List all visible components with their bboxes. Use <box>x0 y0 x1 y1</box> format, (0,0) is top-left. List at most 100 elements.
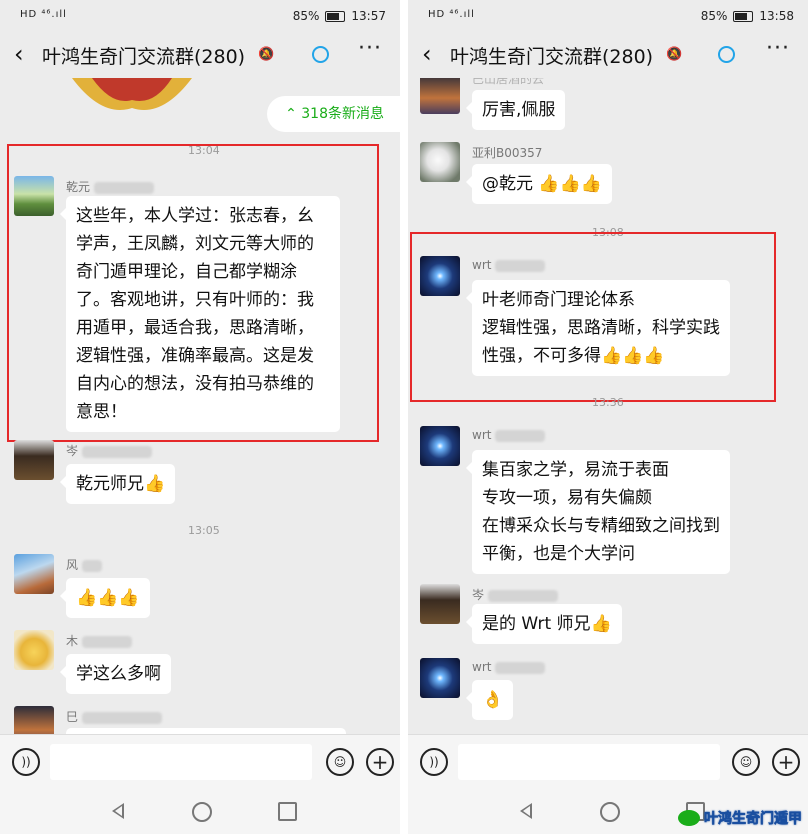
left-phone-screen: HD ⁴⁶.ıll 85% 13:57 ‹ 叶鸿生奇门交流群(280) 🔕 ··… <box>0 0 400 834</box>
message-bubble[interactable]: 👌 <box>465 680 514 720</box>
message-line: 乾元师兄👍 <box>76 474 166 494</box>
nav-home-icon[interactable] <box>600 802 620 822</box>
miniprogram-icon[interactable] <box>312 46 329 63</box>
message-line: 奇门遁甲理论，自己都学糊涂 <box>76 262 297 282</box>
message-bubble[interactable]: 叶老师奇门理论体系 逻辑性强，思路清晰，科学实践 性强，不可多得👍👍👍 <box>466 280 730 376</box>
message-bubble[interactable]: 这些年，本人学过：张志春，幺 学声，王凤麟，刘文元等大师的 奇门遁甲理论，自己都… <box>60 196 340 432</box>
miniprogram-icon[interactable] <box>718 46 735 63</box>
message-line: 👍👍👍 <box>76 588 140 608</box>
message-line: 意思！ <box>76 402 127 422</box>
avatar[interactable] <box>14 554 54 594</box>
chat-header: ‹ 叶鸿生奇门交流群(280) 🔕 ··· <box>0 32 400 78</box>
plus-icon[interactable]: + <box>366 748 394 776</box>
message-line: 自内心的想法，没有拍马恭维的 <box>76 374 314 394</box>
back-icon[interactable]: ‹ <box>14 40 24 68</box>
message-bubble[interactable]: 👍👍👍 <box>60 578 150 618</box>
message-line: 用遁甲，最适合我，思路清晰， <box>76 318 314 338</box>
timestamp: 13:36 <box>592 396 624 409</box>
sender-name: 岑 <box>66 442 152 459</box>
chat-area: ⌃ 318条新消息 13:04 乾元 这些年，本人学过：张志春，幺 学声，王凤麟… <box>0 78 400 734</box>
plus-icon[interactable]: + <box>772 748 800 776</box>
message-input[interactable] <box>50 744 312 780</box>
nav-back-icon[interactable] <box>112 803 124 819</box>
battery-icon <box>325 10 346 22</box>
right-phone-screen: HD ⁴⁶.ıll 85% 13:58 ‹ 叶鸿生奇门交流群(280) 🔕 ··… <box>408 0 808 834</box>
message-line: 厉害,佩服 <box>482 100 556 120</box>
message-line: 是的 Wrt 师兄👍 <box>482 614 612 634</box>
message-line: 👌 <box>482 690 504 710</box>
status-bar: HD ⁴⁶.ıll 85% 13:57 <box>0 0 400 32</box>
emoji-icon[interactable]: ☺ <box>326 748 354 776</box>
more-icon[interactable]: ··· <box>358 36 382 61</box>
message-input[interactable] <box>458 744 720 780</box>
system-nav-bar <box>0 790 400 834</box>
message-line: 集百家之学，易流于表面 <box>482 460 669 480</box>
message-bubble[interactable]: @乾元 👍👍👍 <box>466 164 612 204</box>
battery-icon <box>733 10 754 22</box>
chat-title: 叶鸿生奇门交流群(280) <box>42 46 246 68</box>
message-bubble[interactable]: 乾元师兄👍 <box>59 464 176 504</box>
message-bubble[interactable]: 厉害,佩服 <box>465 90 566 130</box>
sender-name: 巳 <box>66 708 162 725</box>
message-line: 了。客观地讲，只有叶师的：我 <box>76 290 314 310</box>
message-line: 逻辑性强，准确率最高。这是发 <box>76 346 314 366</box>
clock: 13:58 <box>759 9 794 23</box>
voice-icon[interactable]: )) <box>12 748 40 776</box>
avatar[interactable] <box>420 658 460 698</box>
input-bar: )) ☺ + <box>408 734 808 791</box>
new-messages-button[interactable]: ⌃ 318条新消息 <box>267 96 400 132</box>
sender-name: wrt <box>472 428 546 442</box>
back-icon[interactable]: ‹ <box>422 40 432 68</box>
message-line: 专攻一项，易有失偏颇 <box>482 488 652 508</box>
sender-name: 木 <box>66 632 132 649</box>
message-line: 性强，不可多得👍👍👍 <box>482 346 665 366</box>
avatar[interactable] <box>14 176 54 216</box>
chat-area: 巴山居酒的云 厉害,佩服 亚利B00357 @乾元 👍👍👍 13:08 wrt … <box>408 78 808 734</box>
sticker-image <box>72 78 192 110</box>
watermark-text: 叶鸿生奇门遁甲 <box>704 811 803 828</box>
message-bubble[interactable]: 是的 Wrt 师兄👍 <box>466 604 622 644</box>
input-bar: )) ☺ + <box>0 734 400 791</box>
chat-title: 叶鸿生奇门交流群(280) <box>450 46 654 68</box>
more-icon[interactable]: ··· <box>766 36 790 61</box>
message-bubble[interactable]: 学这么多啊 <box>60 654 171 694</box>
sender-name: 岑 <box>472 586 558 603</box>
avatar[interactable] <box>420 256 460 296</box>
sender-name: 巴山居酒的云 <box>472 78 545 86</box>
avatar[interactable] <box>14 706 54 734</box>
chat-header: ‹ 叶鸿生奇门交流群(280) 🔕 ··· <box>408 32 808 78</box>
avatar[interactable] <box>14 440 54 480</box>
status-bar: HD ⁴⁶.ıll 85% 13:58 <box>408 0 808 32</box>
sender-name: wrt <box>472 258 546 272</box>
nav-back-icon[interactable] <box>520 803 532 819</box>
message-line: 这些年，本人学过：张志春，幺 <box>76 206 314 226</box>
sender-name: 亚利B00357 <box>472 146 543 160</box>
message-line: @乾元 👍👍👍 <box>482 174 602 194</box>
clock: 13:57 <box>351 9 386 23</box>
avatar[interactable] <box>420 142 460 182</box>
avatar[interactable] <box>420 584 460 624</box>
emoji-icon[interactable]: ☺ <box>732 748 760 776</box>
sender-name: wrt <box>472 660 546 674</box>
sender-name: 风 <box>66 556 102 573</box>
message-bubble[interactable]: 集百家之学，易流于表面 专攻一项，易有失偏颇 在博采众长与专精细致之间找到 平衡… <box>466 450 730 574</box>
avatar[interactable] <box>420 426 460 466</box>
message-line: 学声，王凤麟，刘文元等大师的 <box>76 234 314 254</box>
watermark: 叶鸿生奇门遁甲 <box>678 808 802 828</box>
battery-level: 85% <box>292 9 320 23</box>
nav-recent-icon[interactable] <box>278 802 297 821</box>
nav-home-icon[interactable] <box>192 802 212 822</box>
signal-icon: HD ⁴⁶.ıll <box>20 9 67 20</box>
signal-icon: HD ⁴⁶.ıll <box>428 9 475 20</box>
message-line: 平衡，也是个大学问 <box>482 544 635 564</box>
battery-level: 85% <box>700 9 728 23</box>
mute-bell-icon: 🔕 <box>666 47 683 62</box>
message-line: 在博采众长与专精细致之间找到 <box>482 516 720 536</box>
mute-bell-icon: 🔕 <box>258 47 275 62</box>
voice-icon[interactable]: )) <box>420 748 448 776</box>
avatar[interactable] <box>420 78 460 114</box>
timestamp: 13:05 <box>188 524 220 537</box>
avatar[interactable] <box>14 630 54 670</box>
message-line: 学这么多啊 <box>76 664 161 684</box>
sender-name: 乾元 <box>66 178 154 195</box>
